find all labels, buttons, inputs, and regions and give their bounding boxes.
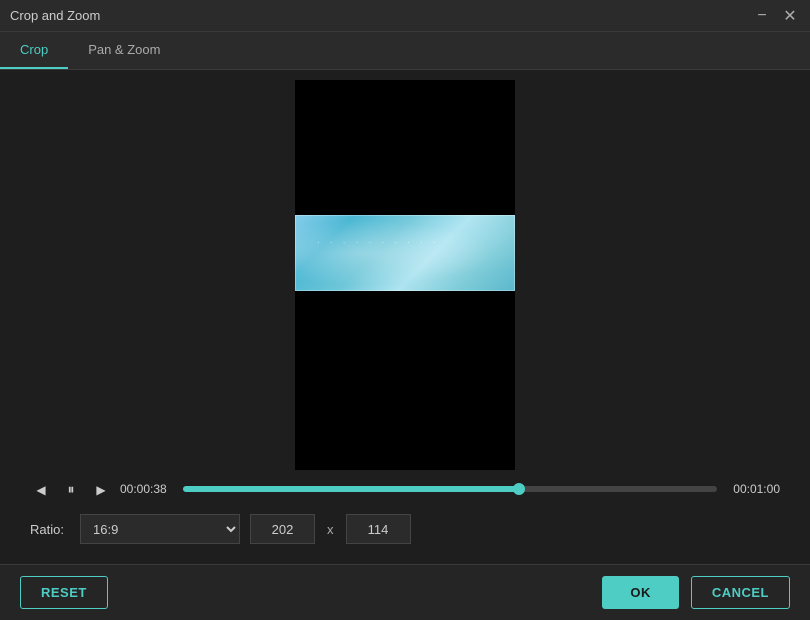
ratio-select[interactable]: 16:9 4:3 1:1 9:16 Custom [80, 514, 240, 544]
window-controls: − ✕ [752, 6, 800, 26]
action-bar: RESET OK CANCEL [0, 564, 810, 620]
title-bar: Crop and Zoom − ✕ [0, 0, 810, 32]
minimize-button[interactable]: − [752, 6, 772, 26]
pause-button[interactable] [60, 478, 82, 500]
tab-bar: Crop Pan & Zoom [0, 32, 810, 70]
window-title: Crop and Zoom [10, 8, 100, 23]
pause-icon [68, 481, 75, 498]
coord-separator: x [325, 522, 336, 537]
video-frame-visible [295, 215, 515, 291]
video-preview [295, 80, 515, 470]
close-button[interactable]: ✕ [780, 6, 800, 26]
ratio-bar: Ratio: 16:9 4:3 1:1 9:16 Custom x [10, 508, 800, 550]
tab-crop[interactable]: Crop [0, 32, 68, 69]
prev-frame-button[interactable] [30, 478, 52, 500]
cancel-button[interactable]: CANCEL [691, 576, 790, 609]
prev-frame-icon [36, 481, 45, 497]
ratio-label: Ratio: [30, 522, 70, 537]
right-buttons: OK CANCEL [602, 576, 790, 609]
progress-fill [183, 486, 519, 492]
time-total: 00:01:00 [725, 482, 780, 496]
main-content: 00:00:38 00:01:00 Ratio: 16:9 4:3 1:1 9:… [0, 70, 810, 564]
crop-width-input[interactable] [250, 514, 315, 544]
video-top-black [295, 80, 515, 215]
playback-bar: 00:00:38 00:01:00 [10, 470, 800, 508]
progress-thumb [513, 483, 525, 495]
crop-height-input[interactable] [346, 514, 411, 544]
video-bottom-black [295, 291, 515, 470]
reset-button[interactable]: RESET [20, 576, 108, 609]
time-current: 00:00:38 [120, 482, 175, 496]
progress-bar[interactable] [183, 486, 717, 492]
next-frame-icon [96, 481, 105, 497]
next-frame-button[interactable] [90, 478, 112, 500]
tab-pan-zoom[interactable]: Pan & Zoom [68, 32, 180, 69]
ok-button[interactable]: OK [602, 576, 679, 609]
